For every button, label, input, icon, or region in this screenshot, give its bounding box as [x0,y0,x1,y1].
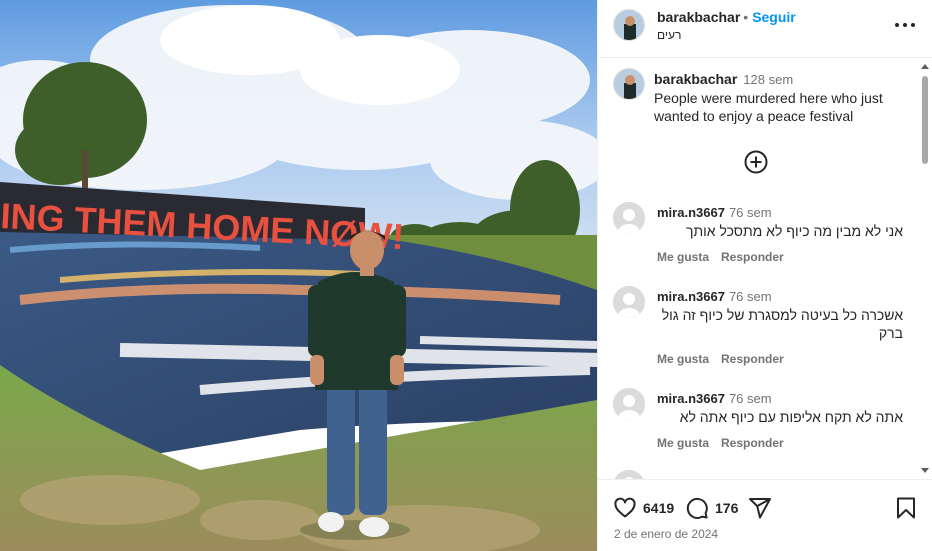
bookmark-icon[interactable] [895,496,917,520]
scroll-down-arrow-icon[interactable] [921,468,929,473]
plus-circle-icon[interactable] [744,150,768,174]
comment-header: mira.n3667 76 sem [657,205,772,220]
author-username[interactable]: barakbachar [657,9,740,25]
caption-time: 128 sem [743,72,794,87]
post-image: ING THEM HOME NØW! [0,0,597,551]
post-side-panel: barakbachar • Seguir רעים barakbachar 128 s… [597,0,932,551]
post-location[interactable]: רעים [657,28,681,42]
caption-username[interactable]: barakbachar [654,71,737,87]
comment-reply-button[interactable]: Responder [721,352,784,366]
caption-text: People were murdered here who just wante… [654,90,883,124]
commenter-avatar[interactable] [613,286,645,318]
scrollbar-thumb[interactable] [922,76,928,164]
heart-icon[interactable] [613,496,637,520]
comment-actions: Me gusta Responder [657,352,796,366]
comment-header: mira.n3667 76 sem [657,391,772,406]
post-actions-bar: 6419 176 2 de enero de 2024 [598,479,932,551]
comment-like-button[interactable]: Me gusta [657,436,709,450]
comment-actions: Me gusta Responder [657,250,796,264]
comment-text: אתה לא תקח אליפות עם כיוף אתה לא [679,409,903,425]
comment-text: אשכרה כל בעיטה למסגרת של כיוף זה גול ברק [661,307,903,341]
post-date[interactable]: 2 de enero de 2024 [614,527,718,541]
comment-username[interactable]: mira.n3667 [657,391,725,406]
share-button[interactable] [748,496,772,520]
post-photo: ING THEM HOME NØW! [0,0,597,551]
comment-like-button[interactable]: Me gusta [657,250,709,264]
comments-list[interactable]: barakbachar 128 sem People were murdered … [598,58,932,479]
comment-like-button[interactable]: Me gusta [657,352,709,366]
scroll-up-arrow-icon[interactable] [921,64,929,69]
comment-reply-button[interactable]: Responder [721,436,784,450]
separator-dot: • [743,9,749,25]
post-author-line: barakbachar • Seguir [657,9,796,25]
comment-username[interactable]: mira.n3667 [657,289,725,304]
comment-bubble-icon[interactable] [685,496,709,520]
comment-time: 76 sem [728,391,772,406]
post-caption: barakbachar 128 sem People were murdered … [654,70,909,125]
comments-scrollbar[interactable] [918,58,932,479]
paper-plane-icon[interactable] [748,496,772,520]
commenter-avatar[interactable] [613,470,645,479]
commenter-avatar[interactable] [613,388,645,420]
comment-time: 76 sem [728,205,772,220]
like-button[interactable]: 6419 [613,496,674,520]
comments-count[interactable]: 176 [715,500,738,516]
comment-button[interactable]: 176 [685,496,738,520]
comment-username[interactable]: mira.n3667 [657,205,725,220]
comment-actions: Me gusta Responder [657,436,796,450]
comment-reply-button[interactable]: Responder [721,250,784,264]
post-header: barakbachar • Seguir רעים [598,0,932,58]
comment-time: 76 sem [728,289,772,304]
comment-header: mira.n3667 76 sem [657,289,772,304]
more-options-icon[interactable] [895,17,915,33]
follow-button[interactable]: Seguir [752,9,796,25]
comment-text: אני לא מבין מה כיוף לא מתסכל אותך [685,223,903,239]
author-avatar[interactable] [613,9,645,41]
caption-author-avatar[interactable] [613,68,645,100]
likes-count[interactable]: 6419 [643,500,674,516]
commenter-avatar[interactable] [613,202,645,234]
